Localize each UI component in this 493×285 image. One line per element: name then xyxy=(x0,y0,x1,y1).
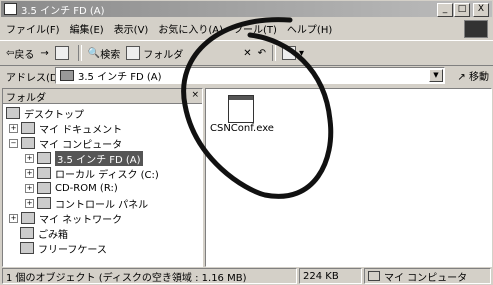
forward-arrow-icon: → xyxy=(40,47,49,59)
floppy-drive-icon xyxy=(4,3,17,15)
folder-pane-title: フォルダ xyxy=(6,92,46,104)
control-panel-icon xyxy=(37,197,51,209)
expand-plus-icon[interactable]: + xyxy=(25,183,34,193)
tree-item-my-network[interactable]: + マイ ネットワーク xyxy=(9,211,123,226)
up-folder-icon xyxy=(54,46,69,60)
status-location-label: マイ コンピュータ xyxy=(384,272,468,284)
address-bar: アドレス(D) 3.5 インチ FD (A) ▼ ↗ 移動 xyxy=(0,66,493,86)
floppy-drive-icon xyxy=(37,152,51,164)
chevron-down-icon: ▾ xyxy=(299,47,305,59)
search-label: 検索 xyxy=(100,49,121,61)
menu-view[interactable]: 表示(V) xyxy=(114,21,149,36)
title-bar[interactable]: 3.5 インチ FD (A) _ □ X xyxy=(1,1,492,17)
windows-logo-icon xyxy=(464,20,488,38)
folders-button[interactable]: フォルダ xyxy=(126,46,183,61)
file-name-label[interactable]: CSNConf.exe xyxy=(210,123,274,134)
maximize-button[interactable]: □ xyxy=(454,3,470,17)
tree-item-label: 3.5 インチ FD (A) xyxy=(55,150,143,166)
tree-item-cdrom[interactable]: + CD-ROM (R:) xyxy=(25,181,118,195)
folder-pane-close-button[interactable]: × xyxy=(191,90,199,100)
tree-item-recycle-bin[interactable]: ごみ箱 xyxy=(20,226,68,241)
file-list-pane: CSNConf.exe xyxy=(205,88,492,267)
menu-file[interactable]: ファイル(F) xyxy=(6,21,60,36)
network-icon xyxy=(21,212,35,224)
forward-button[interactable]: → xyxy=(40,48,48,59)
menu-help[interactable]: ヘルプ(H) xyxy=(287,21,332,36)
status-bar: 1 個のオブジェクト (ディスクの空き領域 : 1.16 MB) 224 KB … xyxy=(0,267,493,285)
delete-button[interactable]: ✕ xyxy=(243,48,251,59)
tree-item-label: ローカル ディスク (C:) xyxy=(55,169,159,181)
back-button[interactable]: ⇦ 戻る xyxy=(6,46,34,61)
tree-item-local-disk[interactable]: + ローカル ディスク (C:) xyxy=(25,166,159,181)
tree-item-label: ごみ箱 xyxy=(38,229,68,241)
tree-item-briefcase[interactable]: フリーフケース xyxy=(20,241,107,256)
expand-plus-icon[interactable]: + xyxy=(25,168,34,178)
tree-item-label: CD-ROM (R:) xyxy=(55,182,118,194)
tree-item-my-documents[interactable]: + マイ ドキュメント xyxy=(9,121,123,136)
tree-item-my-computer[interactable]: − マイ コンピュータ xyxy=(9,136,123,151)
address-label: アドレス(D) xyxy=(6,72,62,84)
toolbar-separator xyxy=(272,45,277,61)
expand-plus-icon[interactable]: + xyxy=(9,213,18,223)
folder-pane: フォルダ × デスクトップ + マイ ドキュメント − マイ コンピュータ + … xyxy=(2,88,203,267)
folder-pane-header: フォルダ × xyxy=(3,89,202,104)
go-label: 移動 xyxy=(469,72,489,83)
explorer-window: 3.5 インチ FD (A) _ □ X ファイル(F) 編集(E) 表示(V)… xyxy=(0,0,493,285)
computer-icon xyxy=(21,137,35,149)
cdrom-icon xyxy=(37,182,51,194)
undo-button[interactable]: ↶ xyxy=(258,48,266,59)
up-folder-button[interactable] xyxy=(54,46,72,60)
window-title: 3.5 インチ FD (A) xyxy=(21,5,105,17)
delete-x-icon: ✕ xyxy=(243,47,252,59)
menu-favorites[interactable]: お気に入り(A) xyxy=(158,21,223,36)
views-button[interactable]: ▾ xyxy=(282,46,304,60)
tree-item-label: デスクトップ xyxy=(24,109,84,121)
folders-icon xyxy=(126,46,141,60)
views-grid-icon xyxy=(282,46,297,60)
tree-item-label: マイ コンピュータ xyxy=(39,139,123,151)
recycle-bin-icon xyxy=(20,227,34,239)
go-arrow-icon: ↗ xyxy=(457,72,466,83)
menu-bar: ファイル(F) 編集(E) 表示(V) お気に入り(A) ツール(T) ヘルプ(… xyxy=(0,19,493,37)
tree-item-label: フリーフケース xyxy=(38,244,107,256)
tree-item-floppy[interactable]: + 3.5 インチ FD (A) xyxy=(25,150,143,166)
tree-item-label: コントロール パネル xyxy=(55,199,149,211)
address-input[interactable]: 3.5 インチ FD (A) ▼ xyxy=(55,67,445,84)
desktop-icon xyxy=(6,107,20,119)
toolbar-separator xyxy=(77,45,82,61)
close-button[interactable]: X xyxy=(473,3,489,17)
menu-tools[interactable]: ツール(T) xyxy=(233,21,277,36)
briefcase-icon xyxy=(20,242,34,254)
minimize-button[interactable]: _ xyxy=(437,3,453,17)
menu-edit[interactable]: 編集(E) xyxy=(70,21,104,36)
status-location: マイ コンピュータ xyxy=(364,268,491,284)
toolbar: ⇦ 戻る → 🔍 検索 フォルダ ✕ ↶ ▾ xyxy=(0,40,493,66)
tree-item-control-panel[interactable]: + コントロール パネル xyxy=(25,196,149,211)
search-button[interactable]: 🔍 検索 xyxy=(88,46,120,61)
hard-disk-icon xyxy=(37,167,51,179)
address-value: 3.5 インチ FD (A) xyxy=(78,72,162,83)
status-size: 224 KB xyxy=(299,268,362,284)
address-dropdown-button[interactable]: ▼ xyxy=(429,69,443,82)
tree-item-desktop[interactable]: デスクトップ xyxy=(6,106,84,121)
documents-folder-icon xyxy=(21,122,35,134)
back-label: 戻る xyxy=(14,49,35,61)
search-icon: 🔍 xyxy=(87,47,101,59)
back-arrow-icon: ⇦ xyxy=(6,47,15,59)
tree-item-label: マイ ドキュメント xyxy=(39,124,123,136)
computer-icon xyxy=(368,271,380,281)
expand-plus-icon[interactable]: + xyxy=(25,198,34,208)
folders-label: フォルダ xyxy=(143,49,184,61)
expand-plus-icon[interactable]: + xyxy=(9,123,18,133)
floppy-drive-icon xyxy=(60,70,74,81)
collapse-minus-icon[interactable]: − xyxy=(9,138,18,148)
status-objects: 1 個のオブジェクト (ディスクの空き領域 : 1.16 MB) xyxy=(2,268,297,284)
expand-plus-icon[interactable]: + xyxy=(25,153,34,163)
undo-icon: ↶ xyxy=(257,47,267,59)
go-button[interactable]: ↗ 移動 xyxy=(457,68,489,83)
tree-item-label: マイ ネットワーク xyxy=(39,214,123,226)
executable-file-icon[interactable] xyxy=(228,95,254,123)
